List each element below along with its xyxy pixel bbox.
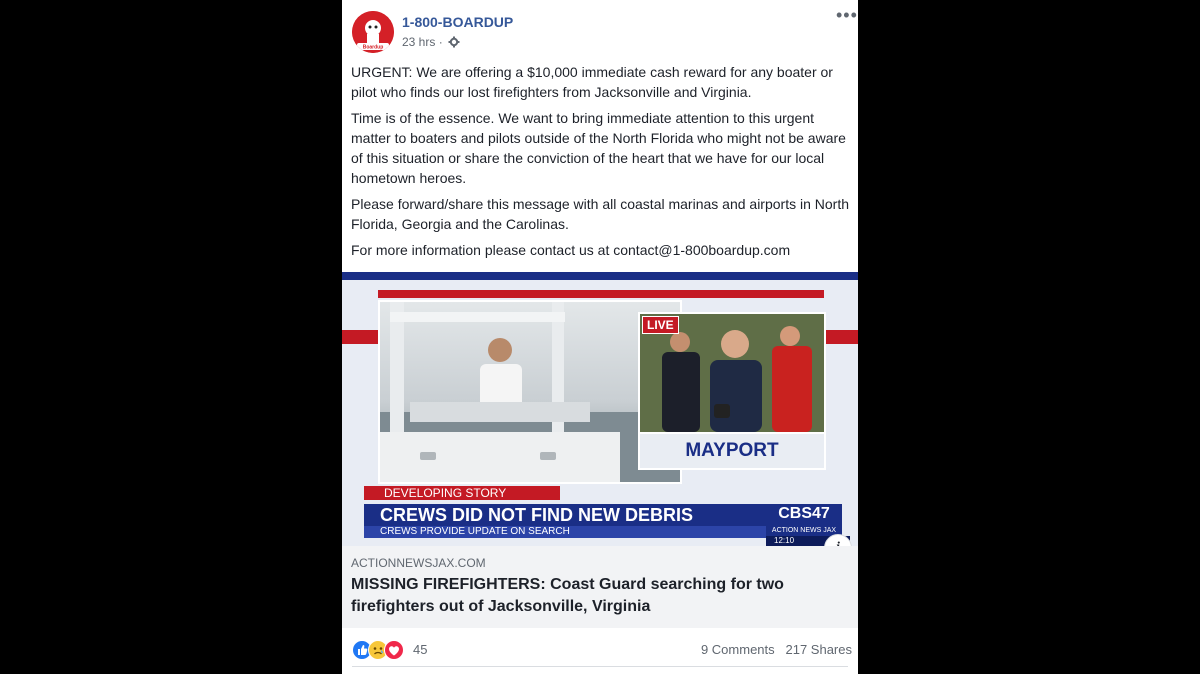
gear-icon: [448, 36, 460, 51]
love-reaction-icon: [384, 640, 404, 660]
shares-count-link[interactable]: 217 Shares: [786, 642, 853, 657]
post-header: Boardup 1-800-BOARDUP 23 hrs · •••: [342, 0, 858, 60]
post-footer: 45 9 Comments 217 Shares: [342, 634, 858, 666]
link-domain: ACTIONNEWSJAX.COM: [351, 556, 486, 570]
page-name-link[interactable]: 1-800-BOARDUP: [402, 14, 513, 30]
more-options-icon[interactable]: •••: [836, 6, 857, 26]
engagement-counts: 9 Comments 217 Shares: [701, 642, 852, 657]
graphic-stripe: [378, 290, 824, 298]
station-subtitle: ACTION NEWS JAX: [766, 526, 842, 536]
post-message: URGENT: We are offering a $10,000 immedi…: [351, 62, 851, 266]
page-avatar[interactable]: Boardup: [352, 11, 394, 53]
news-subheadline: CREWS PROVIDE UPDATE ON SEARCH: [364, 526, 782, 538]
link-title[interactable]: MISSING FIREFIGHTERS: Coast Guard search…: [351, 574, 841, 618]
link-preview-box[interactable]: ACTIONNEWSJAX.COM MISSING FIREFIGHTERS: …: [342, 546, 858, 628]
reaction-count[interactable]: 45: [413, 642, 427, 657]
avatar-logo-text: Boardup: [363, 45, 384, 51]
message-paragraph: URGENT: We are offering a $10,000 immedi…: [351, 64, 833, 100]
message-paragraph: For more information please contact us a…: [351, 242, 791, 258]
meta-separator: ·: [438, 35, 443, 49]
facebook-post: Boardup 1-800-BOARDUP 23 hrs · ••• URGEN…: [342, 0, 858, 674]
post-timestamp[interactable]: 23 hrs: [402, 35, 435, 49]
location-label: MAYPORT: [638, 432, 826, 470]
news-headline: CREWS DID NOT FIND NEW DEBRIS: [364, 504, 782, 526]
message-paragraph: Time is of the essence. We want to bring…: [351, 110, 846, 186]
post-meta: 23 hrs ·: [402, 35, 460, 51]
live-badge: LIVE: [642, 316, 679, 334]
developing-story-bar: DEVELOPING STORY: [364, 486, 560, 500]
message-paragraph: Please forward/share this message with a…: [351, 196, 850, 232]
footer-divider: [352, 666, 848, 667]
station-logo: CBS47: [766, 504, 842, 526]
boat-video-panel: [378, 300, 682, 484]
comments-count-link[interactable]: 9 Comments: [701, 642, 775, 657]
link-preview-image[interactable]: LIVE MAYPORT DEVELOPING STORY CREWS DID …: [342, 272, 858, 546]
